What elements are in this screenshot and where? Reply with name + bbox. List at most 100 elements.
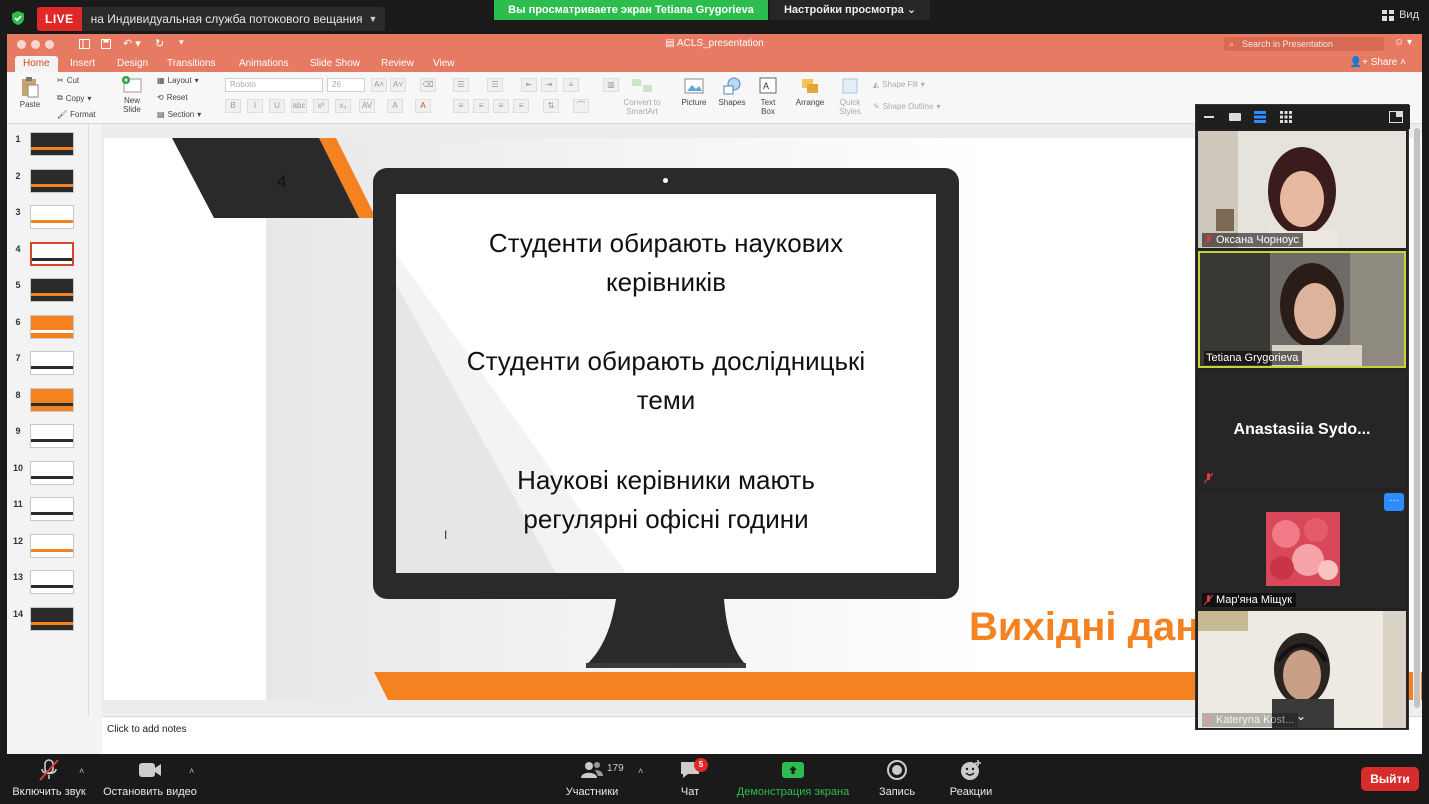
- slide-thumbnail-3[interactable]: 3: [7, 205, 89, 235]
- live-stream-dropdown[interactable]: LIVE на Индивидуальная служба потокового…: [37, 7, 386, 31]
- cut-button[interactable]: ✂ Cut: [57, 76, 79, 85]
- gallery-view-icon[interactable]: [1280, 111, 1292, 123]
- tab-transitions[interactable]: Transitions: [167, 56, 216, 72]
- tab-slide-show[interactable]: Slide Show: [310, 56, 360, 72]
- slide-thumbnail-10[interactable]: 10: [7, 460, 89, 491]
- strikethrough-icon[interactable]: abc: [291, 99, 307, 113]
- shape-fill-button[interactable]: ◭ Shape Fill ▾: [873, 80, 925, 89]
- tab-review[interactable]: Review: [381, 56, 414, 72]
- security-shield-icon[interactable]: [10, 10, 26, 26]
- decrease-font-icon[interactable]: A˅: [390, 78, 406, 92]
- view-toggle-button[interactable]: Вид: [1382, 9, 1419, 21]
- align-left-icon[interactable]: ≡: [453, 99, 469, 113]
- shape-outline-button[interactable]: ✎ Shape Outline ▾: [873, 102, 940, 111]
- single-video-icon[interactable]: [1229, 113, 1241, 121]
- slide-thumbnail-image[interactable]: [30, 387, 74, 412]
- slide-vertical-scrollbar[interactable]: [1413, 128, 1421, 716]
- record-button[interactable]: Запись: [872, 758, 922, 798]
- chevron-up-icon[interactable]: ˄: [189, 766, 194, 776]
- char-spacing-icon[interactable]: AV: [359, 99, 375, 113]
- slide-thumbnail-image[interactable]: [30, 278, 74, 302]
- decrease-indent-icon[interactable]: ⇤: [521, 78, 537, 92]
- participant-tile-1[interactable]: Оксана Чорноус: [1198, 131, 1406, 248]
- slide-thumbnail-5[interactable]: 5: [7, 278, 89, 308]
- unmute-button[interactable]: Включить звук: [8, 758, 90, 798]
- tab-insert[interactable]: Insert: [70, 56, 95, 72]
- increase-font-icon[interactable]: A˄: [371, 78, 387, 92]
- slide-thumbnail-image[interactable]: [30, 570, 74, 594]
- align-center-icon[interactable]: ≡: [473, 99, 489, 113]
- slide-thumbnail-image[interactable]: [30, 606, 74, 631]
- slide-thumbnail-1[interactable]: 1: [7, 132, 89, 162]
- slide-thumbnail-14[interactable]: 14: [7, 606, 89, 637]
- slide-thumbnail-13[interactable]: 13: [7, 570, 89, 600]
- picture-button[interactable]: Picture: [677, 76, 711, 107]
- slide-thumbnail-2[interactable]: 2: [7, 168, 89, 199]
- slide-thumbnail-image[interactable]: [30, 132, 74, 156]
- slide-thumbnail-9[interactable]: 9: [7, 424, 89, 454]
- new-slide-button[interactable]: New Slide: [115, 76, 149, 114]
- slide-text-line-1[interactable]: Студенти обирають наукових: [396, 224, 936, 263]
- share-button[interactable]: 👤+ Share ˄: [1350, 57, 1406, 68]
- subscript-icon[interactable]: x²: [313, 99, 329, 113]
- line-spacing-icon[interactable]: ≡: [563, 78, 579, 92]
- tab-view[interactable]: View: [433, 56, 455, 72]
- justify-icon[interactable]: ≡: [513, 99, 529, 113]
- slide-thumbnail-6[interactable]: 6: [7, 314, 89, 345]
- pop-out-icon[interactable]: [1389, 111, 1403, 123]
- slide-thumbnail-12[interactable]: 12: [7, 533, 89, 564]
- participant-tile-5[interactable]: Kateryna Kost... ⌄: [1198, 611, 1406, 728]
- columns-icon[interactable]: ▥: [603, 78, 619, 92]
- minimize-icon[interactable]: [1204, 116, 1214, 118]
- view-settings-button[interactable]: Настройки просмотра ⌄: [770, 0, 930, 20]
- more-options-icon[interactable]: ···: [1384, 493, 1404, 511]
- slide-thumbnail-image[interactable]: [30, 351, 74, 375]
- scrollbar-thumb[interactable]: [1414, 128, 1420, 708]
- underline-icon[interactable]: U: [269, 99, 285, 113]
- layout-button[interactable]: ▦ Layout ▾: [157, 76, 199, 85]
- bold-icon[interactable]: B: [225, 99, 241, 113]
- arrange-button[interactable]: Arrange: [793, 76, 827, 107]
- stop-video-button[interactable]: Остановить видео: [100, 758, 200, 798]
- align-right-icon[interactable]: ≡: [493, 99, 509, 113]
- slide-thumbnail-image[interactable]: [30, 533, 74, 558]
- copy-button[interactable]: ⧉ Copy ▾: [57, 93, 91, 103]
- tab-design[interactable]: Design: [117, 56, 148, 72]
- font-size-field[interactable]: 26: [327, 78, 365, 92]
- slide-thumbnail-image[interactable]: [30, 168, 74, 193]
- smiley-feedback-icon[interactable]: ☺ ▾: [1394, 37, 1412, 48]
- leave-meeting-button[interactable]: Выйти: [1361, 767, 1419, 791]
- slide-orange-title[interactable]: Вихідні дан: [969, 605, 1199, 650]
- slide-thumbnail-7[interactable]: 7: [7, 351, 89, 381]
- clear-formatting-icon[interactable]: ⌫: [420, 78, 436, 92]
- chevron-up-icon[interactable]: ˄: [638, 766, 643, 776]
- tab-animations[interactable]: Animations: [239, 56, 288, 72]
- paste-button[interactable]: Paste: [15, 76, 45, 109]
- numbering-icon[interactable]: ☰: [487, 78, 503, 92]
- quick-styles-button[interactable]: Quick Styles: [833, 76, 867, 116]
- slide-thumbnail-image[interactable]: [30, 314, 74, 339]
- slide-thumbnail-11[interactable]: 11: [7, 497, 89, 527]
- text-box-button[interactable]: A Text Box: [755, 76, 781, 116]
- slide-thumbnail-image[interactable]: [30, 205, 74, 229]
- search-presentation-input[interactable]: ⌕ Search in Presentation: [1224, 37, 1384, 51]
- superscript-icon[interactable]: x₂: [335, 99, 351, 113]
- slide-text-line-2[interactable]: керівників: [396, 263, 936, 302]
- participant-tile-3[interactable]: Anastasiia Sydo...: [1198, 371, 1406, 488]
- text-effects-icon[interactable]: A: [387, 99, 403, 113]
- bullets-icon[interactable]: ☰: [453, 78, 469, 92]
- text-direction-icon[interactable]: ⇅: [543, 99, 559, 113]
- participant-tile-2[interactable]: Tetiana Grygorieva: [1198, 251, 1406, 368]
- participant-tile-4[interactable]: ··· Мар'яна Міщук: [1198, 491, 1406, 608]
- reset-button[interactable]: ⟲ Reset: [157, 93, 188, 102]
- section-button[interactable]: ▤ Section ▾: [157, 110, 201, 119]
- slide-text-line-4[interactable]: теми: [396, 381, 936, 420]
- convert-smartart-button[interactable]: Convert to SmartArt: [619, 76, 665, 116]
- italic-icon[interactable]: I: [247, 99, 263, 113]
- chevron-up-icon[interactable]: ˄: [79, 766, 84, 776]
- increase-indent-icon[interactable]: ⇥: [541, 78, 557, 92]
- shapes-button[interactable]: Shapes: [715, 76, 749, 107]
- font-name-field[interactable]: Roboto: [225, 78, 323, 92]
- slide-thumbnail-image[interactable]: [30, 497, 74, 521]
- slide-thumbnail-8[interactable]: 8: [7, 387, 89, 418]
